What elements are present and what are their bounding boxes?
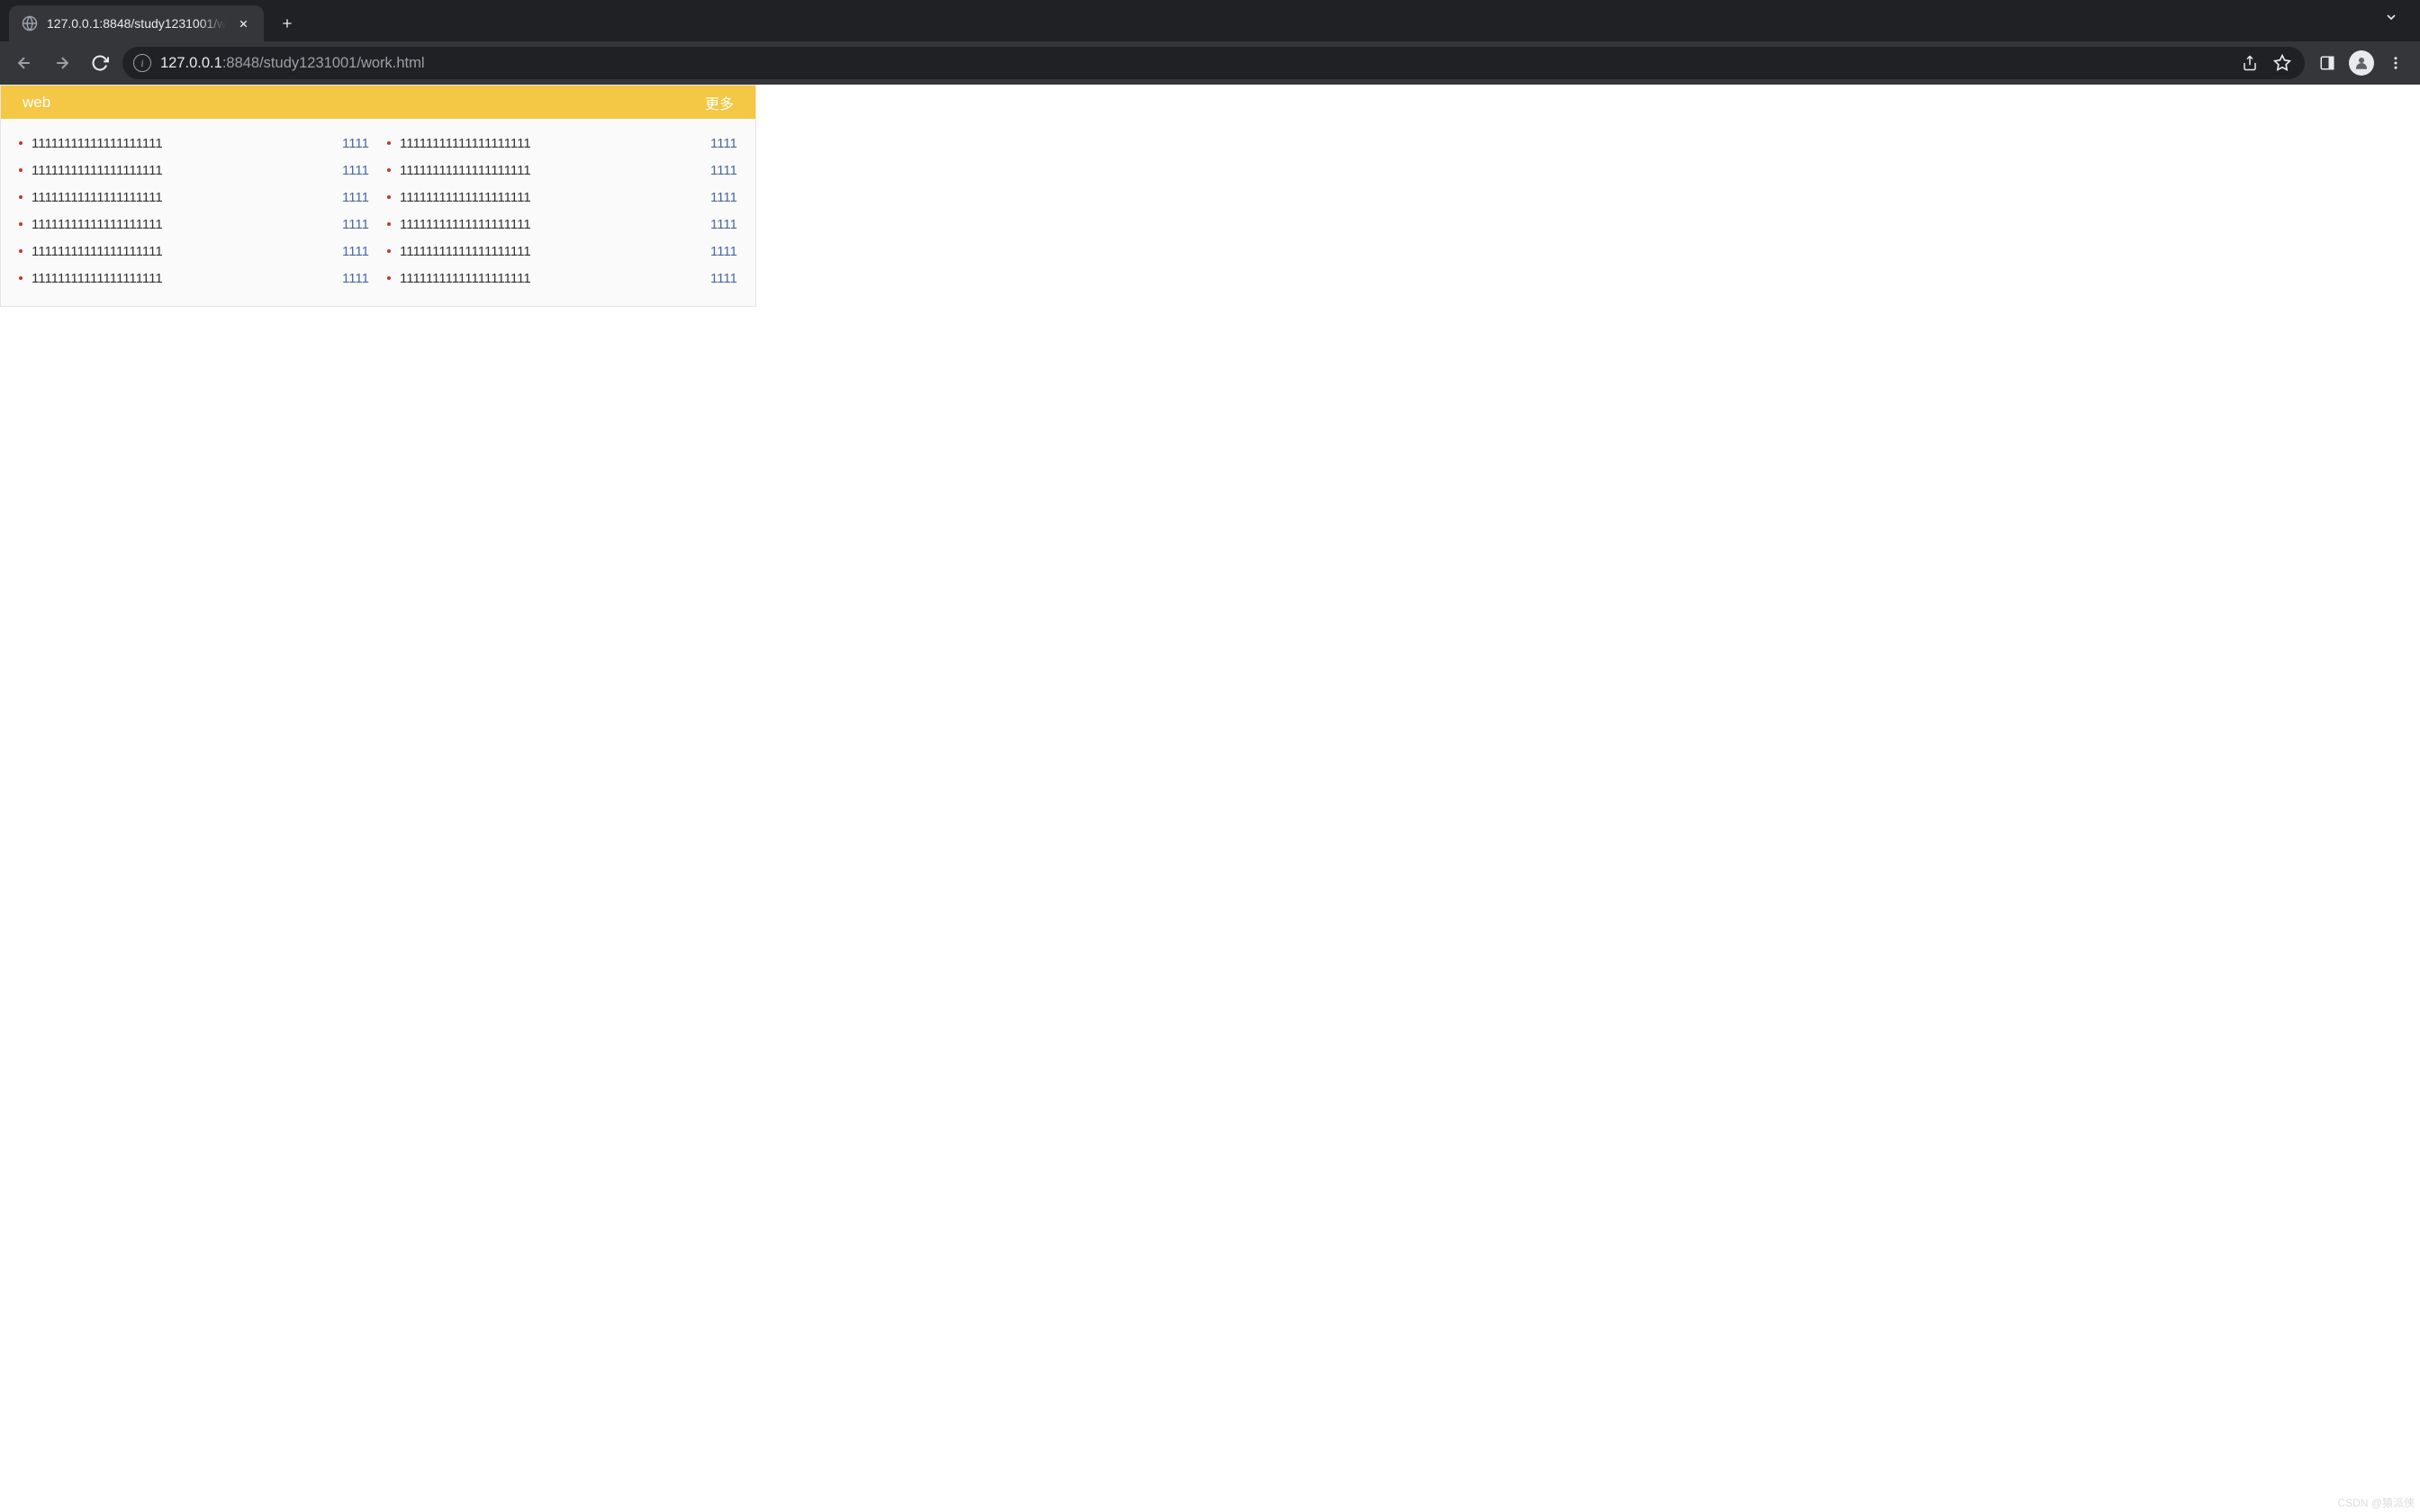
list-item: 111111111111111111111111 xyxy=(19,265,369,292)
list-item: 111111111111111111111111 xyxy=(387,130,737,157)
panel-body: 1111111111111111111111111111111111111111… xyxy=(1,119,755,306)
bookmark-icon[interactable] xyxy=(2271,51,2294,75)
bullet-icon xyxy=(19,141,23,145)
list-item-text: 11111111111111111111 xyxy=(400,217,710,232)
panel: web 更多 111111111111111111111111111111111… xyxy=(0,85,756,307)
list-item-link[interactable]: 1111 xyxy=(342,190,369,205)
list-item-link[interactable]: 1111 xyxy=(342,163,369,178)
page-content: web 更多 111111111111111111111111111111111… xyxy=(0,85,2420,307)
list-item: 111111111111111111111111 xyxy=(387,184,737,211)
panel-more-link[interactable]: 更多 xyxy=(705,92,734,113)
list-item: 111111111111111111111111 xyxy=(387,238,737,265)
bullet-icon xyxy=(387,222,391,226)
address-bar[interactable]: i 127.0.0.1:8848/study1231001/work.html xyxy=(122,47,2305,79)
list-item-text: 11111111111111111111 xyxy=(32,163,342,178)
list-item-link[interactable]: 1111 xyxy=(710,136,737,151)
bullet-icon xyxy=(19,222,23,226)
bullet-icon xyxy=(19,195,23,199)
url-host: 127.0.0.1 xyxy=(160,55,222,71)
panel-header: web 更多 xyxy=(1,86,755,119)
list-item-text: 11111111111111111111 xyxy=(400,136,710,151)
list-item-link[interactable]: 1111 xyxy=(710,217,737,232)
avatar-icon xyxy=(2349,50,2374,76)
side-panel-icon[interactable] xyxy=(2312,48,2343,78)
bullet-icon xyxy=(19,276,23,280)
list-item-text: 11111111111111111111 xyxy=(32,136,342,151)
list-item: 111111111111111111111111 xyxy=(19,184,369,211)
list-item: 111111111111111111111111 xyxy=(19,238,369,265)
share-icon[interactable] xyxy=(2238,51,2262,75)
url-path: :8848/study1231001/work.html xyxy=(222,55,425,71)
bullet-icon xyxy=(387,249,391,253)
list-item-text: 11111111111111111111 xyxy=(400,244,710,259)
list-item: 111111111111111111111111 xyxy=(387,265,737,292)
list-item: 111111111111111111111111 xyxy=(19,130,369,157)
tab-title: 127.0.0.1:8848/study1231001/w xyxy=(47,16,226,31)
list-column: 1111111111111111111111111111111111111111… xyxy=(19,130,369,292)
panel-title: web xyxy=(23,94,50,112)
chevron-down-icon[interactable] xyxy=(2379,4,2404,34)
bullet-icon xyxy=(387,195,391,199)
reload-button[interactable] xyxy=(85,48,115,78)
list-item-link[interactable]: 1111 xyxy=(342,136,369,151)
list-column: 1111111111111111111111111111111111111111… xyxy=(387,130,737,292)
list-item-text: 11111111111111111111 xyxy=(400,271,710,286)
watermark: CSDN @猿派侠 xyxy=(2337,1495,2415,1510)
profile-button[interactable] xyxy=(2346,48,2377,78)
tab-strip: 127.0.0.1:8848/study1231001/w xyxy=(0,0,2420,41)
list-item-text: 11111111111111111111 xyxy=(400,163,710,178)
list-item-text: 11111111111111111111 xyxy=(32,271,342,286)
bullet-icon xyxy=(387,141,391,145)
list-item-link[interactable]: 1111 xyxy=(342,217,369,232)
bullet-icon xyxy=(387,168,391,172)
url-text: 127.0.0.1:8848/study1231001/work.html xyxy=(160,55,2229,72)
bullet-icon xyxy=(387,276,391,280)
list-item: 111111111111111111111111 xyxy=(387,211,737,238)
browser-tab[interactable]: 127.0.0.1:8848/study1231001/w xyxy=(9,5,264,41)
close-icon[interactable] xyxy=(235,15,251,32)
list-item-text: 11111111111111111111 xyxy=(32,217,342,232)
browser-toolbar: i 127.0.0.1:8848/study1231001/work.html xyxy=(0,41,2420,85)
list-item-link[interactable]: 1111 xyxy=(710,271,737,286)
list-item-link[interactable]: 1111 xyxy=(710,190,737,205)
list-item-link[interactable]: 1111 xyxy=(342,271,369,286)
list-item: 111111111111111111111111 xyxy=(19,157,369,184)
browser-chrome: 127.0.0.1:8848/study1231001/w i 127.0 xyxy=(0,0,2420,85)
bullet-icon xyxy=(19,168,23,172)
list-item: 111111111111111111111111 xyxy=(387,157,737,184)
bullet-icon xyxy=(19,249,23,253)
forward-button[interactable] xyxy=(47,48,77,78)
list-item-link[interactable]: 1111 xyxy=(710,244,737,259)
site-info-icon[interactable]: i xyxy=(133,54,151,72)
menu-icon[interactable] xyxy=(2380,48,2411,78)
list-item-text: 11111111111111111111 xyxy=(32,190,342,205)
list-item-text: 11111111111111111111 xyxy=(32,244,342,259)
new-tab-button[interactable] xyxy=(273,9,302,38)
list-item: 111111111111111111111111 xyxy=(19,211,369,238)
list-item-text: 11111111111111111111 xyxy=(400,190,710,205)
list-item-link[interactable]: 1111 xyxy=(710,163,737,178)
globe-icon xyxy=(22,15,38,32)
list-item-link[interactable]: 1111 xyxy=(342,244,369,259)
back-button[interactable] xyxy=(9,48,40,78)
